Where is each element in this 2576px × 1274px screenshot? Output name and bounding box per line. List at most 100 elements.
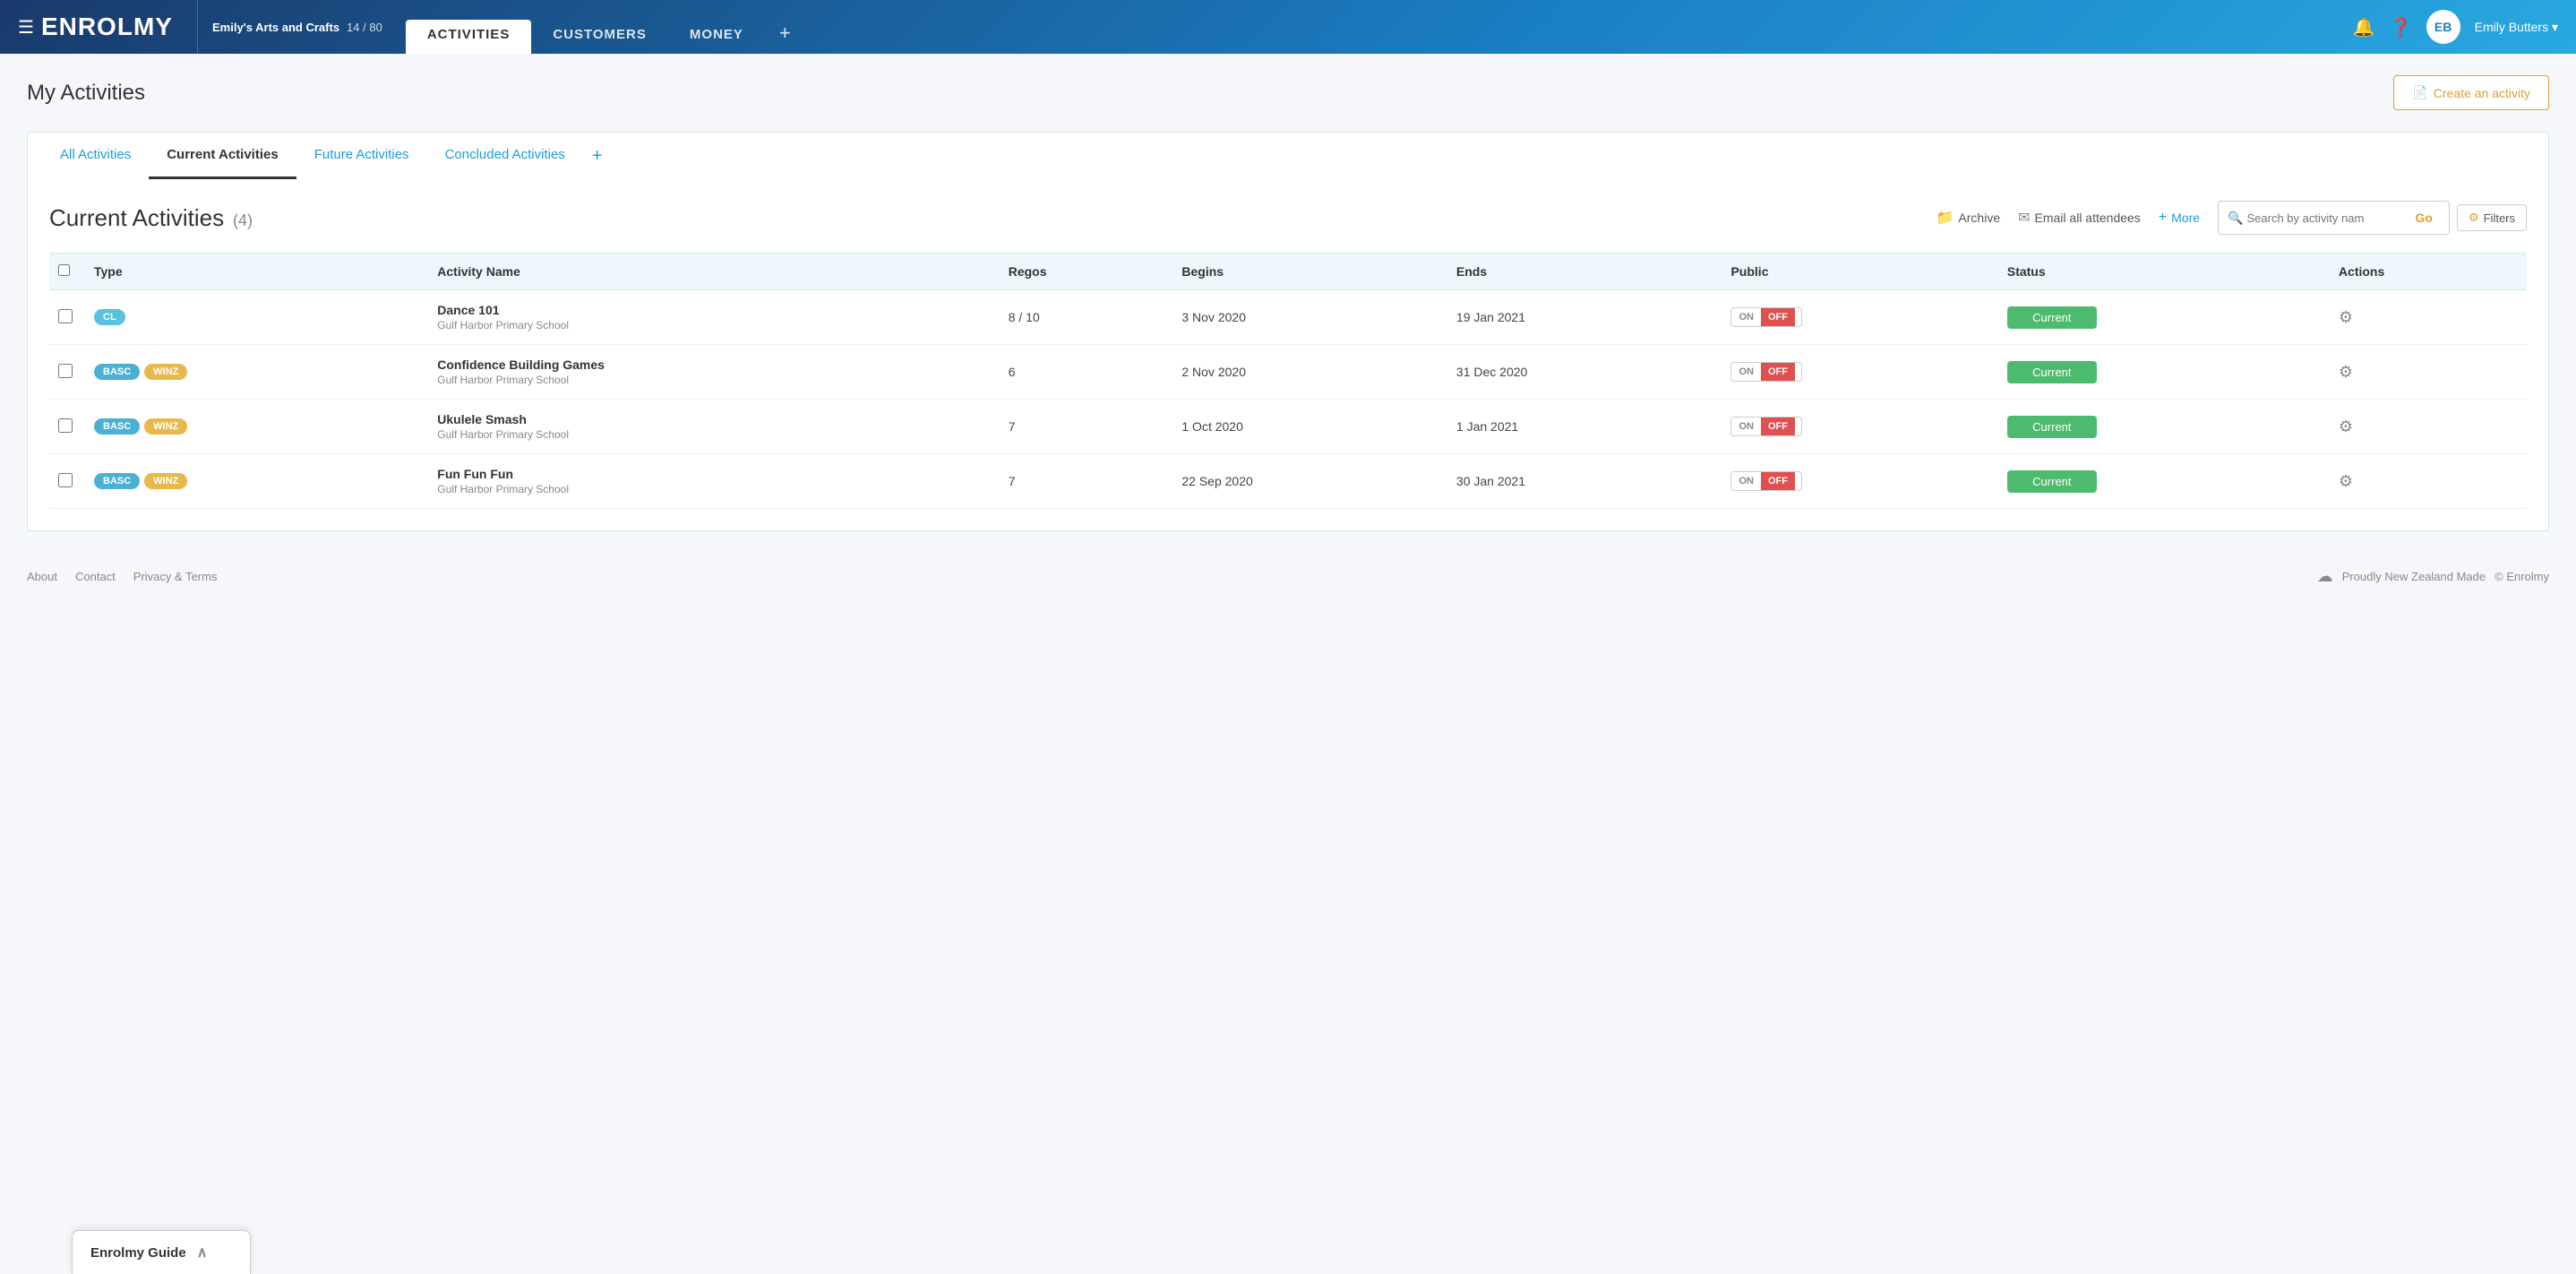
public-toggle[interactable]: ON OFF bbox=[1730, 417, 1802, 436]
archive-button[interactable]: 📁 Archive bbox=[1936, 209, 2001, 227]
row-ends: 30 Jan 2021 bbox=[1447, 454, 1722, 509]
table-wrap: Type Activity Name Regos Begins Ends Pub… bbox=[49, 253, 2527, 509]
toggle-off[interactable]: OFF bbox=[1761, 308, 1795, 326]
row-type: CL bbox=[85, 290, 428, 345]
create-activity-button[interactable]: 📄 Create an activity bbox=[2393, 75, 2549, 110]
toggle-off[interactable]: OFF bbox=[1761, 417, 1795, 435]
gear-icon[interactable]: ⚙ bbox=[2339, 363, 2353, 381]
main-header: ☰ ENROLMY Emily's Arts and Crafts 14 / 8… bbox=[0, 0, 2576, 54]
badge-winz: WINZ bbox=[144, 473, 187, 489]
public-toggle[interactable]: ON OFF bbox=[1730, 307, 1802, 327]
footer-contact[interactable]: Contact bbox=[75, 570, 116, 583]
menu-icon[interactable]: ☰ bbox=[18, 16, 34, 39]
guide-title: Enrolmy Guide bbox=[90, 1245, 186, 1261]
page-title: My Activities bbox=[27, 81, 145, 106]
footer-privacy[interactable]: Privacy & Terms bbox=[133, 570, 218, 583]
select-all-checkbox[interactable] bbox=[58, 264, 70, 276]
col-ends: Ends bbox=[1447, 254, 1722, 290]
guide-widget[interactable]: Enrolmy Guide ∧ bbox=[72, 1230, 251, 1274]
filters-button[interactable]: ⚙ Filters bbox=[2457, 204, 2527, 231]
col-begins: Begins bbox=[1172, 254, 1447, 290]
toggle-off[interactable]: OFF bbox=[1761, 472, 1795, 490]
more-button[interactable]: + More bbox=[2159, 210, 2200, 226]
table-row: CL Dance 101 Gulf Harbor Primary School … bbox=[49, 290, 2527, 345]
tab-concluded-activities[interactable]: Concluded Activities bbox=[427, 133, 583, 179]
badge-winz: WINZ bbox=[144, 418, 187, 435]
gear-icon[interactable]: ⚙ bbox=[2339, 472, 2353, 490]
toggle-on[interactable]: ON bbox=[1731, 363, 1761, 381]
row-actions[interactable]: ⚙ bbox=[2330, 290, 2527, 345]
row-checkbox[interactable] bbox=[58, 309, 73, 323]
create-activity-icon: 📄 bbox=[2412, 85, 2427, 100]
page-header: My Activities 📄 Create an activity bbox=[27, 75, 2549, 110]
activities-header: Current Activities (4) 📁 Archive ✉ Email… bbox=[49, 201, 2527, 235]
page-footer: About Contact Privacy & Terms ☁ Proudly … bbox=[0, 553, 2576, 600]
email-icon: ✉ bbox=[2018, 209, 2030, 227]
row-begins: 1 Oct 2020 bbox=[1172, 400, 1447, 454]
row-public[interactable]: ON OFF bbox=[1722, 290, 1997, 345]
row-public[interactable]: ON OFF bbox=[1722, 454, 1997, 509]
filters-icon: ⚙ bbox=[2469, 211, 2479, 225]
footer-about[interactable]: About bbox=[27, 570, 57, 583]
activities-table: Type Activity Name Regos Begins Ends Pub… bbox=[49, 253, 2527, 509]
row-type: BASCWINZ bbox=[85, 454, 428, 509]
header-right: 🔔 ❓ EB Emily Butters ▾ bbox=[2335, 0, 2576, 54]
row-status: Current bbox=[1998, 454, 2330, 509]
nav-add-icon[interactable]: + bbox=[765, 22, 805, 54]
tab-future-activities[interactable]: Future Activities bbox=[296, 133, 427, 179]
email-attendees-button[interactable]: ✉ Email all attendees bbox=[2018, 209, 2141, 227]
toggle-on[interactable]: ON bbox=[1731, 417, 1761, 435]
gear-icon[interactable]: ⚙ bbox=[2339, 308, 2353, 326]
status-badge: Current bbox=[2007, 306, 2097, 329]
main-content: My Activities 📄 Create an activity All A… bbox=[0, 54, 2576, 553]
table-row: BASCWINZ Fun Fun Fun Gulf Harbor Primary… bbox=[49, 454, 2527, 509]
col-actions: Actions bbox=[2330, 254, 2527, 290]
search-go-button[interactable]: Go bbox=[2409, 207, 2440, 228]
activities-title-area: Current Activities (4) bbox=[49, 204, 253, 232]
search-icon: 🔍 bbox=[2228, 211, 2243, 226]
row-checkbox-cell bbox=[49, 454, 85, 509]
row-begins: 22 Sep 2020 bbox=[1172, 454, 1447, 509]
avatar[interactable]: EB bbox=[2426, 10, 2460, 44]
activities-actions: 📁 Archive ✉ Email all attendees + More 🔍… bbox=[1936, 201, 2528, 235]
public-toggle[interactable]: ON OFF bbox=[1730, 362, 1802, 382]
row-begins: 3 Nov 2020 bbox=[1172, 290, 1447, 345]
row-actions[interactable]: ⚙ bbox=[2330, 400, 2527, 454]
row-checkbox[interactable] bbox=[58, 364, 73, 378]
badge-basc: BASC bbox=[94, 364, 140, 380]
row-checkbox[interactable] bbox=[58, 473, 73, 487]
status-badge: Current bbox=[2007, 416, 2097, 438]
row-public[interactable]: ON OFF bbox=[1722, 400, 1997, 454]
row-activity-name: Ukulele Smash Gulf Harbor Primary School bbox=[428, 400, 999, 454]
logo: ENROLMY bbox=[41, 13, 173, 41]
row-actions[interactable]: ⚙ bbox=[2330, 345, 2527, 400]
toggle-off[interactable]: OFF bbox=[1761, 363, 1795, 381]
org-info: Emily's Arts and Crafts 14 / 80 bbox=[197, 0, 397, 54]
public-toggle[interactable]: ON OFF bbox=[1730, 471, 1802, 491]
row-actions[interactable]: ⚙ bbox=[2330, 454, 2527, 509]
bell-icon[interactable]: 🔔 bbox=[2353, 16, 2375, 39]
help-icon[interactable]: ❓ bbox=[2390, 16, 2412, 39]
row-activity-name: Confidence Building Games Gulf Harbor Pr… bbox=[428, 345, 999, 400]
toggle-on[interactable]: ON bbox=[1731, 472, 1761, 490]
search-input[interactable] bbox=[2247, 211, 2409, 225]
gear-icon[interactable]: ⚙ bbox=[2339, 417, 2353, 435]
tab-all-activities[interactable]: All Activities bbox=[42, 133, 149, 179]
nav-tab-money[interactable]: MONEY bbox=[668, 20, 765, 54]
col-public: Public bbox=[1722, 254, 1997, 290]
add-tab-icon[interactable]: + bbox=[583, 133, 612, 179]
badge-basc: BASC bbox=[94, 418, 140, 435]
row-activity-name: Fun Fun Fun Gulf Harbor Primary School bbox=[428, 454, 999, 509]
nav-tab-customers[interactable]: CUSTOMERS bbox=[531, 20, 668, 54]
row-public[interactable]: ON OFF bbox=[1722, 345, 1997, 400]
nav-tab-activities[interactable]: ACTIVITIES bbox=[406, 20, 532, 54]
row-status: Current bbox=[1998, 400, 2330, 454]
user-name[interactable]: Emily Butters ▾ bbox=[2475, 20, 2558, 35]
row-regos: 7 bbox=[1000, 400, 1173, 454]
badge-cl: CL bbox=[94, 309, 125, 325]
tab-current-activities[interactable]: Current Activities bbox=[149, 133, 296, 179]
row-type: BASCWINZ bbox=[85, 400, 428, 454]
col-checkbox bbox=[49, 254, 85, 290]
row-checkbox[interactable] bbox=[58, 418, 73, 433]
toggle-on[interactable]: ON bbox=[1731, 308, 1761, 326]
